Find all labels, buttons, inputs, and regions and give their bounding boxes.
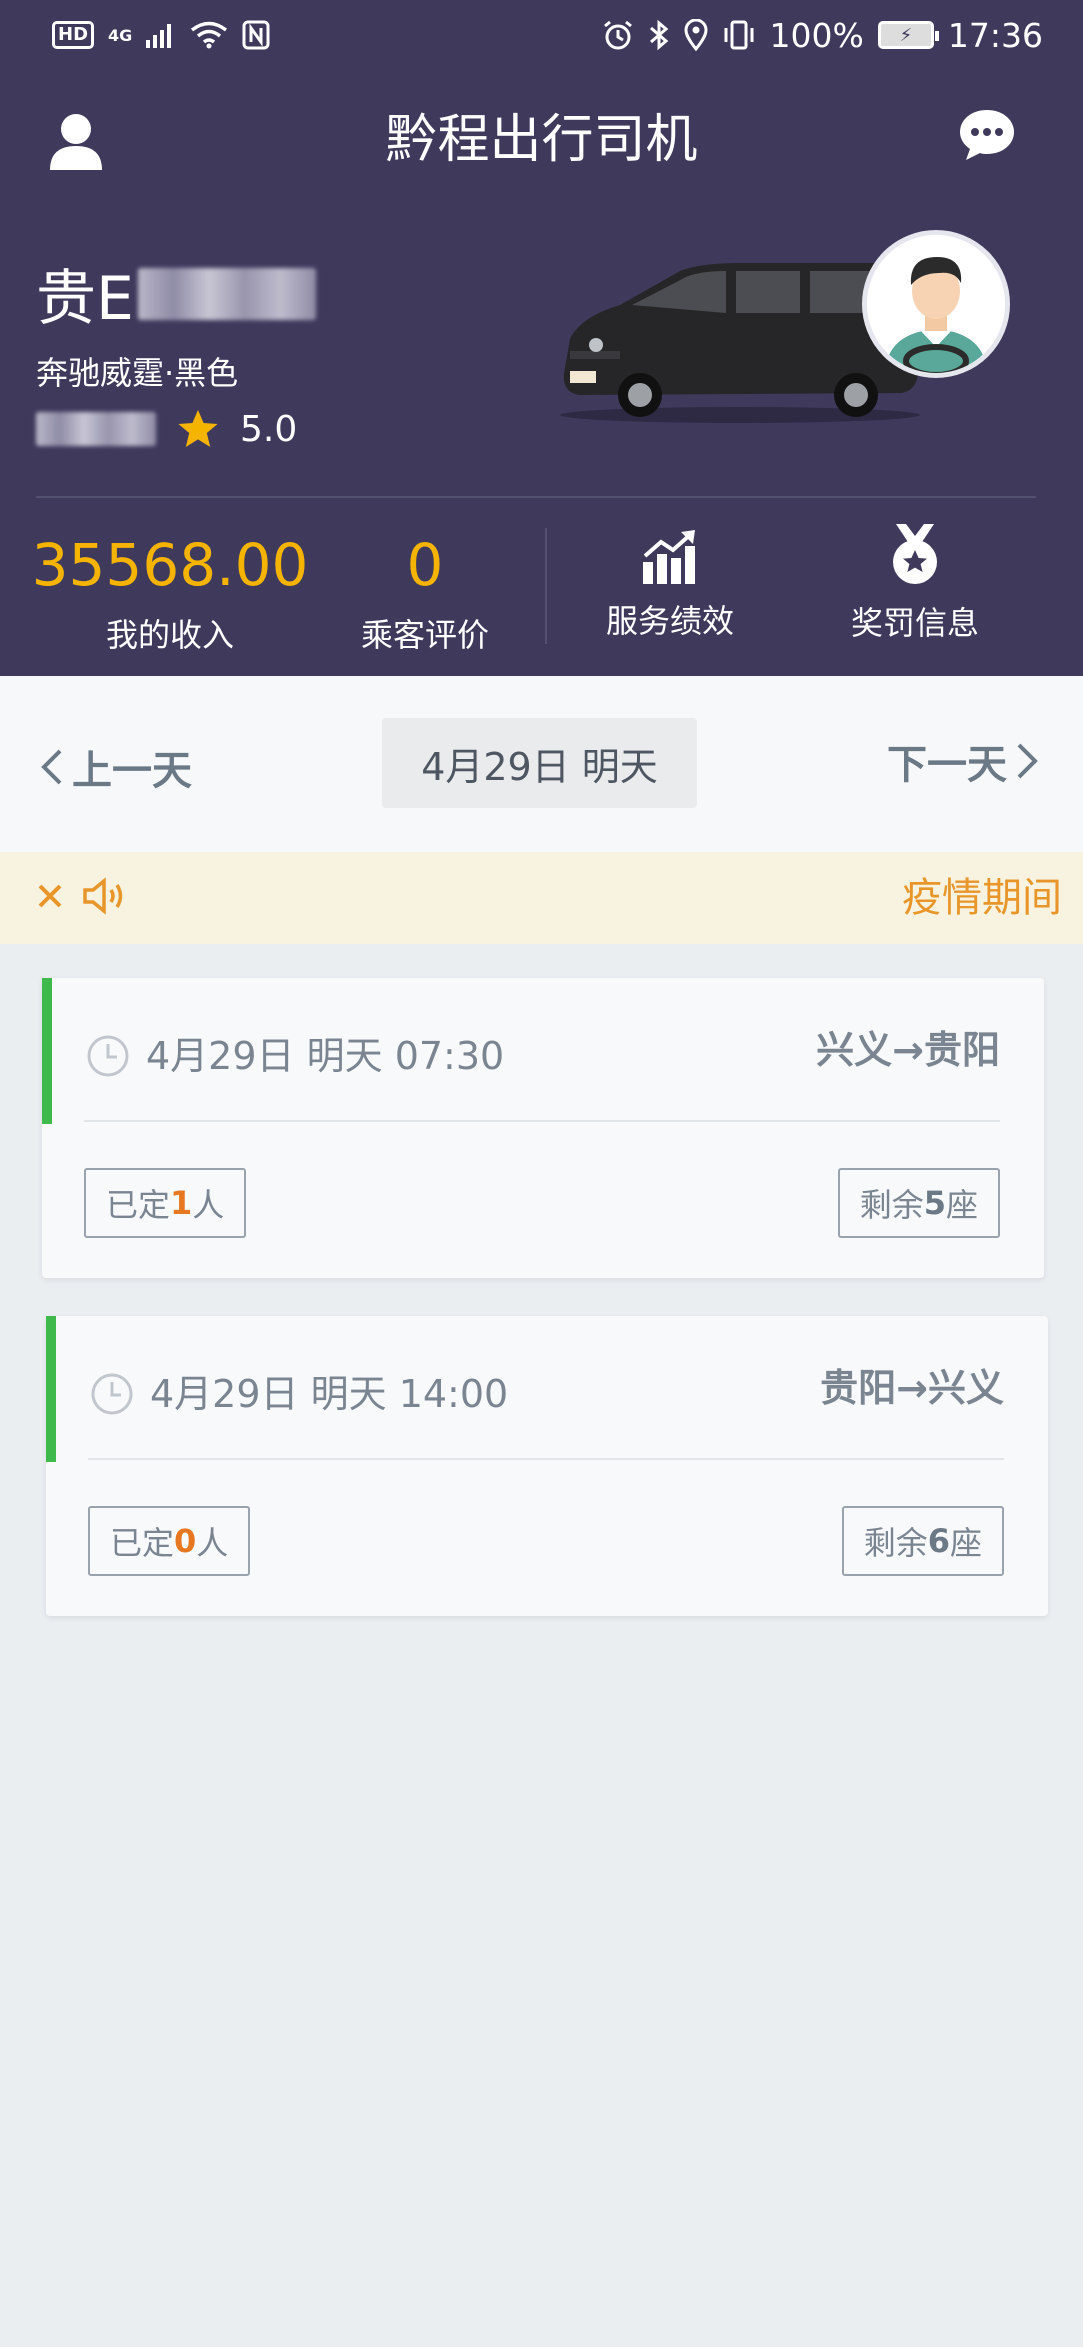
clock-icon	[91, 1373, 133, 1415]
booked-suffix: 人	[196, 1524, 229, 1562]
performance-button[interactable]: 服务绩效	[570, 528, 770, 642]
seats-count: 5	[923, 1184, 946, 1222]
trip-departure-time: 4月29日 明天 07:30	[146, 1034, 505, 1078]
plate-redacted	[137, 267, 316, 320]
rewards-button[interactable]: 奖罚信息	[815, 522, 1015, 644]
booked-prefix: 已定	[110, 1524, 175, 1562]
prev-day-button[interactable]: 上一天	[38, 738, 192, 796]
notice-marquee-text[interactable]: 疫情期间	[902, 852, 1083, 944]
status-left: HD 4G	[52, 20, 270, 50]
close-icon[interactable]	[36, 882, 64, 910]
header: HD 4G 100% ⚡ 17:36 黔程出行司机 贵E 奔驰威霆·黑色 5.0…	[0, 0, 1083, 676]
booked-suffix: 人	[192, 1186, 225, 1224]
trip-departure-time: 4月29日 明天 14:00	[150, 1372, 509, 1416]
date-navigation: 上一天 4月29日 明天 下一天	[0, 676, 1083, 852]
next-day-button[interactable]: 下一天	[887, 732, 1041, 790]
income-label: 我的收入	[105, 616, 234, 654]
rating-value: 5.0	[240, 408, 298, 450]
passenger-rating-stat[interactable]: 0 乘客评价	[345, 530, 505, 656]
seats-suffix: 座	[945, 1186, 978, 1224]
trip-route: 贵阳→兴义	[820, 1366, 1004, 1410]
status-time: 17:36	[947, 15, 1043, 55]
avatar-illustration	[867, 235, 1005, 373]
header-divider	[36, 496, 1036, 498]
stats-divider	[545, 528, 547, 644]
rating-label: 乘客评价	[360, 616, 489, 654]
network-type: 4G	[108, 25, 133, 45]
app-title: 黔程出行司机	[385, 110, 698, 170]
top-app-bar: 黔程出行司机	[0, 90, 1083, 190]
star-icon	[178, 410, 218, 447]
booked-prefix: 已定	[106, 1186, 171, 1224]
speaker-icon	[83, 877, 123, 915]
plate-number: 贵E	[36, 250, 316, 337]
nfc-icon	[242, 20, 270, 50]
trip-accent-bar	[46, 1316, 56, 1462]
performance-label: 服务绩效	[605, 602, 734, 640]
alarm-icon	[603, 20, 632, 50]
signal-icon	[146, 24, 172, 48]
trip-route: 兴义→贵阳	[816, 1028, 1000, 1072]
seats-count: 6	[927, 1522, 950, 1560]
plate-prefix: 贵E	[36, 264, 134, 334]
prev-day-label: 上一天	[72, 748, 192, 794]
car-model: 奔驰威霆·黑色	[36, 354, 239, 392]
trip-card[interactable]: 4月29日 明天 07:30 兴义→贵阳 已定 1 人 剩余 5 座	[42, 978, 1044, 1278]
hd-badge: HD	[52, 21, 95, 49]
booked-count: 0	[174, 1522, 197, 1560]
bluetooth-icon	[649, 19, 668, 51]
notice-bar: 疫情期间	[0, 852, 1083, 944]
trip-separator	[88, 1458, 1004, 1460]
battery-icon: ⚡	[877, 21, 939, 49]
remaining-seats-tag: 剩余 6 座	[841, 1506, 1004, 1576]
clock-icon	[87, 1035, 129, 1077]
trip-separator	[84, 1120, 1000, 1122]
next-day-label: 下一天	[887, 742, 1007, 788]
booked-passengers-tag: 已定 0 人	[88, 1506, 251, 1576]
status-bar: HD 4G 100% ⚡ 17:36	[0, 0, 1083, 70]
income-value: 35568.00	[31, 531, 309, 599]
medal-icon	[893, 524, 937, 584]
trip-card[interactable]: 4月29日 明天 14:00 贵阳→兴义 已定 0 人 剩余 6 座	[46, 1316, 1048, 1616]
chart-icon	[643, 530, 695, 584]
booked-count: 1	[170, 1184, 193, 1222]
trip-accent-bar	[42, 978, 52, 1124]
rewards-label: 奖罚信息	[850, 604, 979, 642]
driver-name-redacted	[36, 412, 156, 446]
status-right: 100% ⚡ 17:36	[602, 16, 1043, 55]
driver-avatar[interactable]	[862, 230, 1010, 378]
seats-prefix: 剩余	[863, 1524, 928, 1562]
rating-count: 0	[406, 531, 444, 599]
battery-percent: 100%	[769, 15, 864, 55]
chevron-left-icon	[41, 749, 62, 785]
location-icon	[684, 19, 708, 51]
vibrate-icon	[724, 20, 754, 50]
seats-suffix: 座	[949, 1524, 982, 1562]
remaining-seats-tag: 剩余 5 座	[837, 1168, 1000, 1238]
chevron-right-icon	[1017, 743, 1038, 779]
current-date-selector[interactable]: 4月29日 明天	[382, 718, 697, 808]
seats-prefix: 剩余	[859, 1186, 924, 1224]
message-icon[interactable]	[958, 108, 1016, 162]
income-stat[interactable]: 35568.00 我的收入	[30, 530, 310, 656]
booked-passengers-tag: 已定 1 人	[84, 1168, 247, 1238]
rating-row: 5.0	[36, 408, 297, 450]
wifi-icon	[191, 21, 228, 49]
